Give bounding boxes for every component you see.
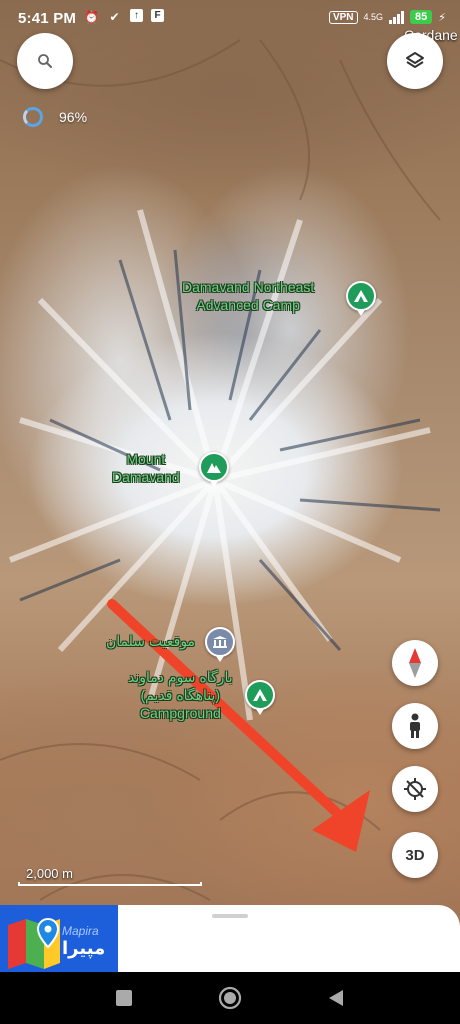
streetview-button[interactable]	[392, 703, 438, 749]
layers-button[interactable]	[387, 33, 443, 89]
my-location-icon	[404, 778, 426, 800]
home-button[interactable]	[218, 986, 242, 1010]
ad-brand-en: Mapira	[62, 924, 99, 938]
ad-brand-fa: مپیرا	[62, 938, 106, 958]
label-line: بارگاه سوم دماوند	[128, 669, 233, 685]
scale-label: 2,000 m	[26, 866, 73, 881]
sheet-drag-handle[interactable]	[212, 914, 248, 918]
place-label-salman-site[interactable]: موقعیت سلمان	[106, 632, 195, 650]
label-line: Mount	[126, 451, 166, 467]
toggle-3d-button[interactable]: 3D	[392, 832, 438, 878]
alarm-icon: ⏰	[84, 9, 99, 24]
back-button[interactable]	[324, 986, 348, 1010]
place-label-northeast-camp[interactable]: Damavand Northeast Advanced Camp	[182, 278, 314, 314]
loading-ring-icon	[23, 107, 43, 127]
charging-icon: ⚡	[438, 11, 446, 24]
network-type: 4.5G	[363, 11, 384, 22]
label-line: Campground	[139, 705, 221, 721]
place-label-mount-damavand[interactable]: Mount Damavand	[112, 450, 180, 486]
clock: 5:41 PM	[18, 10, 77, 27]
compass-button[interactable]	[392, 640, 438, 686]
vpn-badge: VPN	[328, 10, 358, 24]
home-icon	[218, 986, 242, 1010]
my-location-button[interactable]	[392, 766, 438, 812]
mountain-icon[interactable]	[199, 452, 229, 487]
map-view[interactable]: Cardane Damavand Northeast Advanced Camp…	[0, 0, 460, 972]
place-label-old-camp[interactable]: بارگاه سوم دماوند (پناهگاه قدیم) Campgro…	[128, 668, 233, 722]
search-button[interactable]	[17, 33, 73, 89]
tent-icon[interactable]	[245, 680, 275, 715]
scale-bar: 2,000 m	[18, 866, 202, 886]
pegman-icon	[410, 713, 420, 738]
mapira-logo-icon	[8, 917, 60, 969]
layers-icon	[406, 52, 424, 68]
notification-icons: ⏰ ✔ ↑ F	[84, 9, 164, 24]
check-icon: ✔	[109, 9, 120, 24]
recents-button[interactable]	[112, 986, 136, 1010]
upload-icon: ↑	[130, 9, 143, 22]
label-line: (پناهگاه قدیم)	[140, 687, 221, 703]
navigation-bar	[0, 972, 460, 1024]
app-icon: F	[151, 9, 164, 22]
battery-badge: 85	[410, 10, 433, 24]
signal-icon	[389, 10, 405, 24]
terrain-texture	[0, 39, 441, 901]
system-icons: VPN 4.5G 85 ⚡	[328, 10, 446, 24]
back-icon	[329, 990, 343, 1006]
label-line: Advanced Camp	[196, 297, 300, 313]
search-icon	[38, 54, 52, 68]
recents-icon	[116, 990, 132, 1006]
label-line: Damavand	[112, 469, 180, 485]
tent-icon[interactable]	[346, 281, 376, 316]
loading-indicator: 96%	[23, 107, 87, 127]
label-line: Damavand Northeast	[182, 279, 315, 295]
loading-percent: 96%	[59, 109, 88, 125]
scale-line	[18, 882, 202, 886]
status-bar: 5:41 PM ⏰ ✔ ↑ F VPN 4.5G 85 ⚡	[0, 0, 460, 36]
compass-icon	[409, 648, 421, 678]
museum-icon[interactable]	[205, 627, 235, 662]
